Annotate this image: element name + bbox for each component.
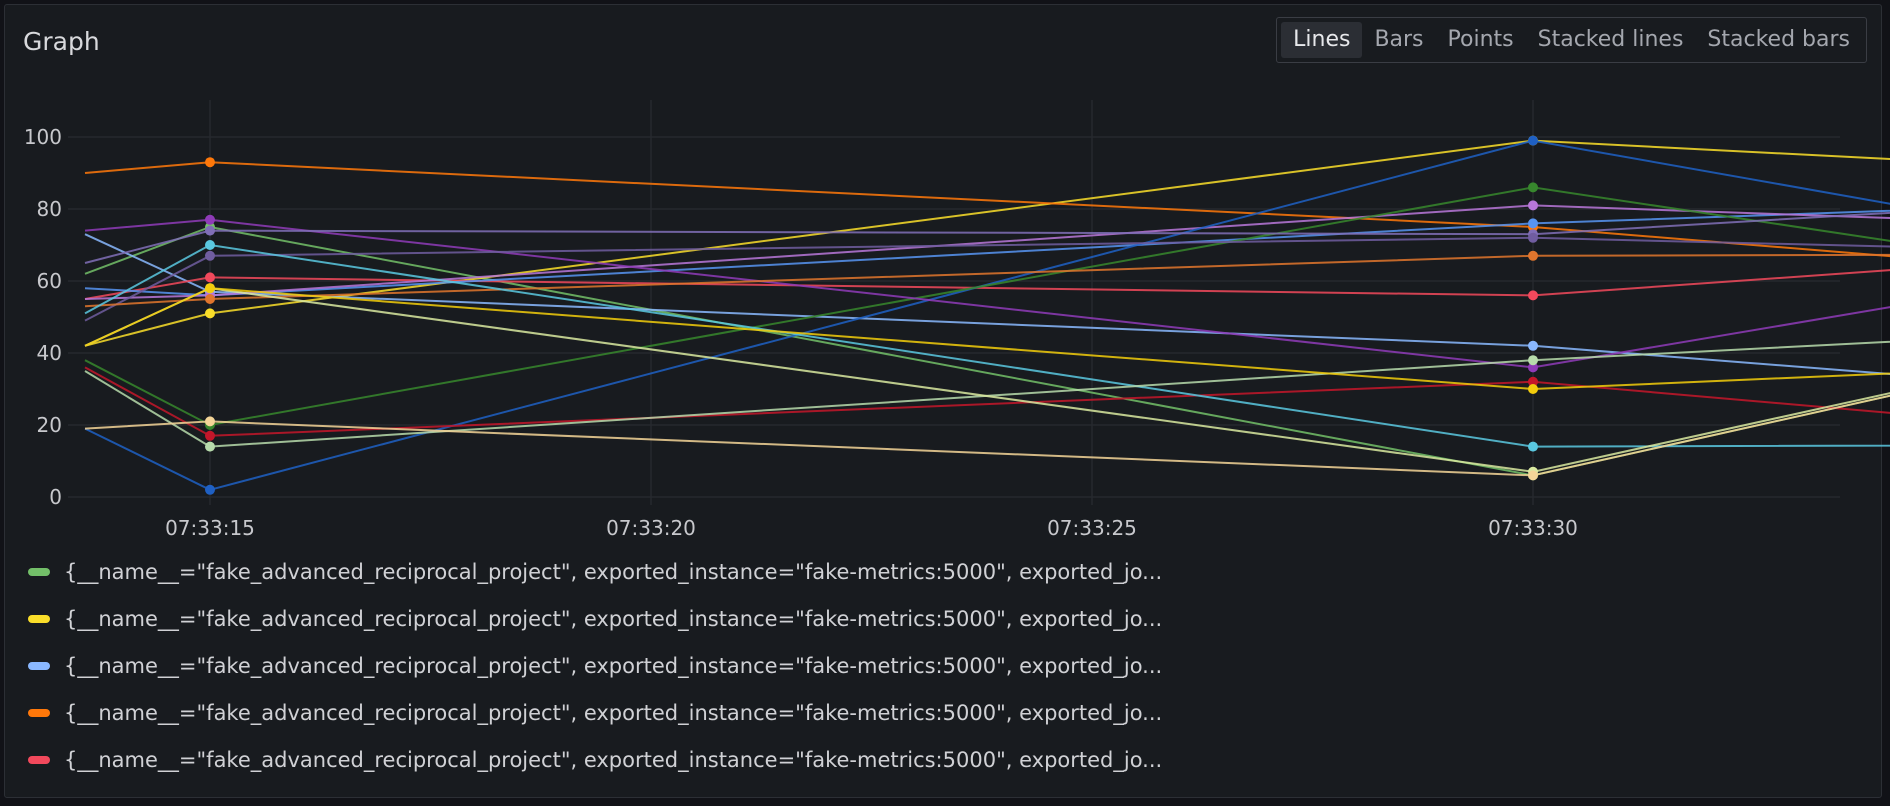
- data-point[interactable]: [1528, 182, 1538, 193]
- series-line[interactable]: [84, 155, 1890, 364]
- x-tick-label: 07:33:20: [606, 516, 696, 540]
- data-point[interactable]: [1528, 250, 1538, 261]
- data-point[interactable]: [205, 484, 215, 495]
- legend-swatch-icon: [28, 755, 50, 764]
- legend-label: {__name__="fake_advanced_reciprocal_proj…: [64, 559, 1163, 584]
- legend-item[interactable]: {__name__="fake_advanced_reciprocal_proj…: [22, 595, 1162, 642]
- legend-item[interactable]: {__name__="fake_advanced_reciprocal_proj…: [22, 689, 1162, 736]
- data-point[interactable]: [205, 272, 215, 283]
- data-point[interactable]: [205, 225, 215, 236]
- data-point[interactable]: [205, 240, 215, 250]
- data-point[interactable]: [205, 308, 215, 319]
- series-line[interactable]: [84, 243, 1890, 448]
- data-point[interactable]: [1528, 290, 1538, 301]
- series-s2: [84, 135, 1890, 347]
- x-tick-label: 07:33:25: [1047, 516, 1137, 540]
- legend-item[interactable]: {__name__="fake_advanced_reciprocal_proj…: [22, 736, 1162, 783]
- series-s15: [84, 240, 1890, 452]
- line-chart[interactable]: 0 20 40 60 80 100 07:33:15 07:33:20 07:33:25 07:…: [0, 0, 1890, 560]
- legend-label: {__name__="fake_advanced_reciprocal_proj…: [64, 606, 1163, 631]
- data-point[interactable]: [205, 214, 215, 225]
- legend-label: {__name__="fake_advanced_reciprocal_proj…: [64, 653, 1163, 678]
- data-point[interactable]: [1528, 384, 1538, 394]
- series-s16: [84, 340, 1890, 452]
- data-point[interactable]: [205, 416, 215, 427]
- data-point[interactable]: [205, 157, 215, 168]
- series-s13: [84, 250, 1890, 308]
- data-point[interactable]: [1528, 340, 1538, 351]
- data-point[interactable]: [205, 283, 215, 294]
- data-point[interactable]: [1528, 232, 1538, 243]
- data-point[interactable]: [1528, 355, 1538, 366]
- series-line[interactable]: [84, 180, 1890, 477]
- x-axis: 07:33:1507:33:2007:33:2507:33:3007:33:35…: [165, 516, 1578, 540]
- legend-swatch-icon: [28, 661, 50, 670]
- legend-label: {__name__="fake_advanced_reciprocal_proj…: [64, 700, 1163, 725]
- y-tick-label: 20: [37, 413, 62, 437]
- data-point[interactable]: [205, 430, 215, 441]
- legend-swatch-icon: [28, 708, 50, 717]
- legend-swatch-icon: [28, 614, 50, 623]
- y-tick-label: 80: [37, 197, 62, 221]
- data-point[interactable]: [1528, 441, 1538, 452]
- x-tick-label: 07:33:15: [165, 516, 255, 540]
- data-point[interactable]: [205, 250, 215, 261]
- y-tick-label: 0: [49, 485, 62, 509]
- data-point[interactable]: [1528, 218, 1538, 229]
- series-line[interactable]: [84, 180, 1890, 477]
- y-tick-label: 60: [37, 269, 62, 293]
- series-s8: [84, 135, 1890, 495]
- chart-grid: [68, 100, 1840, 505]
- chart-legend: {__name__="fake_advanced_reciprocal_proj…: [22, 548, 1162, 783]
- y-axis: 0 20 40 60 80 100: [24, 125, 62, 509]
- y-tick-label: 40: [37, 341, 62, 365]
- legend-item[interactable]: {__name__="fake_advanced_reciprocal_proj…: [22, 642, 1162, 689]
- data-point[interactable]: [1528, 200, 1538, 211]
- series-line[interactable]: [84, 173, 1890, 497]
- data-point[interactable]: [205, 294, 215, 304]
- legend-label: {__name__="fake_advanced_reciprocal_proj…: [64, 747, 1163, 772]
- data-point[interactable]: [1528, 135, 1538, 146]
- series-s12: [84, 232, 1890, 322]
- legend-item[interactable]: {__name__="fake_advanced_reciprocal_proj…: [22, 548, 1162, 595]
- legend-swatch-icon: [28, 567, 50, 576]
- data-point[interactable]: [1528, 470, 1538, 481]
- x-tick-label: 07:33:30: [1488, 516, 1578, 540]
- y-tick-label: 100: [24, 125, 62, 149]
- series-s11: [84, 155, 1890, 364]
- data-point[interactable]: [205, 441, 215, 452]
- series-group: [84, 135, 1890, 497]
